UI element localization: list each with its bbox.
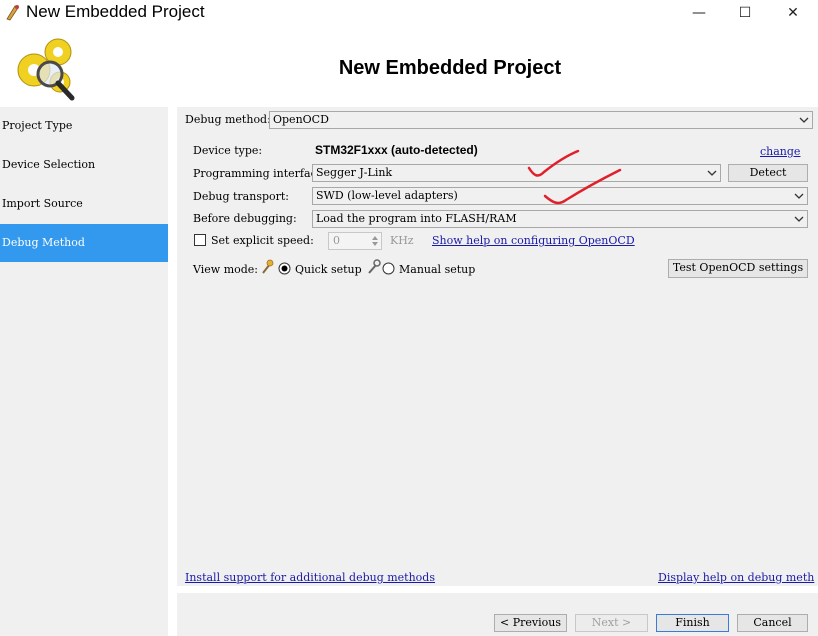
programming-interface-select[interactable]: Segger J-Link (312, 164, 721, 182)
speed-unit: KHz (390, 234, 414, 247)
nav-item-import-source[interactable]: Import Source (0, 185, 168, 223)
explicit-speed-label: Set explicit speed: (211, 234, 314, 247)
manual-setup-label: Manual setup (399, 263, 476, 276)
wizard-nav: Project Type Device Selection Import Sou… (0, 107, 168, 636)
wrench-icon (368, 259, 381, 274)
cancel-button[interactable]: Cancel (737, 614, 808, 632)
chevron-down-icon (794, 216, 804, 222)
before-debugging-select[interactable]: Load the program into FLASH/RAM (312, 210, 808, 228)
nav-item-device-selection[interactable]: Device Selection (0, 146, 168, 184)
help-configuring-openocd-link[interactable]: Show help on configuring OpenOCD (432, 234, 635, 247)
debug-method-label: Debug method: (185, 113, 271, 126)
spin-arrows-icon[interactable] (370, 234, 380, 248)
manual-setup-radio[interactable] (382, 262, 395, 275)
device-type-value: STM32F1xxx (auto-detected) (315, 143, 478, 157)
speed-stepper[interactable]: 0 (328, 232, 382, 250)
quick-setup-label: Quick setup (295, 263, 362, 276)
programming-interface-value: Segger J-Link (316, 166, 393, 179)
nav-item-project-type[interactable]: Project Type (0, 107, 168, 145)
display-help-link[interactable]: Display help on debug meth (658, 571, 814, 584)
view-mode-label: View mode: (193, 263, 259, 276)
finish-button[interactable]: Finish (656, 614, 729, 632)
chevron-down-icon (794, 193, 804, 199)
debug-method-select[interactable]: OpenOCD (269, 111, 813, 129)
window-title: New Embedded Project (26, 2, 205, 21)
page-title: New Embedded Project (338, 57, 562, 79)
close-button[interactable]: ✕ (770, 0, 816, 26)
detect-button[interactable]: Detect (728, 164, 808, 182)
minimize-button[interactable]: — (676, 0, 722, 26)
debug-method-value: OpenOCD (273, 113, 329, 126)
programming-interface-label: Programming interfac (193, 167, 317, 180)
speed-value: 0 (333, 234, 340, 247)
wand-icon (262, 259, 274, 274)
before-debugging-value: Load the program into FLASH/RAM (316, 212, 517, 225)
debug-transport-label: Debug transport: (193, 190, 290, 203)
before-debugging-label: Before debugging: (193, 212, 297, 225)
chevron-down-icon (707, 170, 717, 176)
test-openocd-settings-button[interactable]: Test OpenOCD settings (668, 259, 808, 278)
next-button[interactable]: Next > (575, 614, 648, 632)
chevron-down-icon (799, 117, 809, 123)
annotation-checkmarks (527, 149, 622, 205)
previous-button[interactable]: < Previous (494, 614, 567, 632)
maximize-button[interactable]: ☐ (722, 0, 768, 26)
change-device-link[interactable]: change (760, 145, 800, 158)
quick-setup-radio[interactable] (278, 262, 291, 275)
nav-item-debug-method[interactable]: Debug Method (0, 224, 168, 262)
app-icon (6, 5, 19, 21)
explicit-speed-checkbox[interactable] (194, 234, 206, 246)
debug-transport-value: SWD (low-level adapters) (316, 189, 458, 202)
install-support-link[interactable]: Install support for additional debug met… (185, 571, 435, 584)
device-type-label: Device type: (193, 144, 263, 157)
